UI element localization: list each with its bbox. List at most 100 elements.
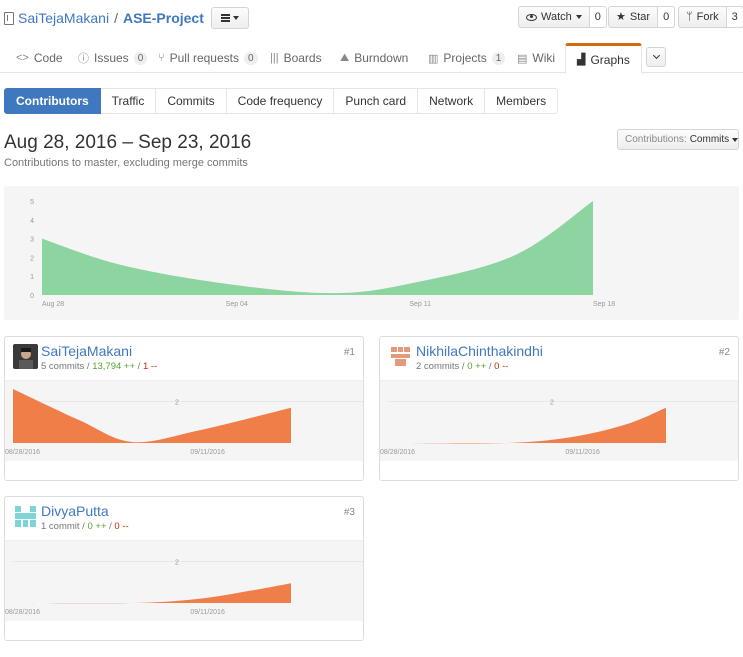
repo-icon	[4, 11, 14, 25]
pulls-counter: 0	[243, 51, 258, 65]
subnav-members[interactable]: Members	[485, 88, 559, 114]
contributor-name-link[interactable]: NikhilaChinthakindhi	[416, 343, 543, 359]
fork-group: ᛘ Fork 3	[678, 6, 743, 28]
date-range-title: Aug 28, 2016 – Sep 23, 2016	[4, 132, 252, 153]
pull-request-icon: ⑂	[158, 52, 165, 64]
contributor-chart: 2 08/28/2016 09/11/2016	[5, 541, 363, 621]
projects-counter: 1	[491, 51, 506, 65]
x-tick-label: 08/28/2016	[5, 449, 40, 456]
y-tick-label: 1	[30, 274, 34, 281]
contributor-chart-svg: 2 08/28/2016 09/11/2016	[5, 389, 363, 456]
subnav-contributors[interactable]: Contributors	[4, 88, 101, 114]
subnav-commits[interactable]: Commits	[156, 88, 227, 114]
x-tick-label: 09/11/2016	[190, 449, 225, 456]
contributor-stats: 2 commits / 0 ++ / 0 --	[416, 361, 509, 372]
tab-burndown[interactable]: ⛰ Burndown	[340, 43, 408, 73]
tab-pull-requests-label: Pull requests	[169, 51, 239, 65]
y-tick-label: 5	[30, 199, 34, 206]
project-icon: ▥	[428, 52, 439, 65]
commit-count[interactable]: 1 commit	[41, 521, 80, 532]
repo-nav: <> Code ⓘ Issues 0 ⑂ Pull requests 0 |||…	[0, 43, 743, 74]
contributor-name-link[interactable]: DivyaPutta	[41, 503, 109, 519]
y-tick-label: 3	[30, 237, 34, 244]
contributions-chart: 0 1 2 3 4 5 Aug 28 Sep 04 Sep 11 Sep 18	[4, 186, 739, 320]
additions: 0 ++	[467, 361, 487, 372]
x-tick-label: Sep 04	[226, 301, 248, 308]
additions: 13,794 ++	[92, 361, 136, 372]
tab-pull-requests[interactable]: ⑂ Pull requests 0	[158, 43, 258, 73]
subnav-network[interactable]: Network	[418, 88, 486, 114]
y-tick-label: 2	[175, 559, 179, 566]
issues-counter: 0	[133, 51, 148, 65]
date-range-subtitle: Contributions to master, excluding merge…	[4, 157, 248, 169]
tab-wiki[interactable]: ▤ Wiki	[517, 43, 555, 73]
contributor-chart: 2 08/28/2016 09/11/2016	[380, 381, 738, 461]
y-tick-label: 2	[175, 399, 179, 406]
contributor-chart-svg: 2 08/28/2016 09/11/2016	[5, 559, 363, 616]
tab-burndown-label: Burndown	[354, 51, 409, 65]
area-series	[42, 201, 593, 295]
x-tick-label: Sep 18	[593, 301, 615, 308]
tab-projects-label: Projects	[443, 51, 487, 65]
deletions: 0 --	[114, 521, 129, 532]
avatar[interactable]	[13, 344, 38, 369]
caret-down-icon	[232, 16, 239, 20]
deletions: 0 --	[494, 361, 509, 372]
watch-group: Watch 0	[518, 6, 607, 28]
avatar[interactable]	[13, 504, 38, 529]
commit-count[interactable]: 5 commits	[41, 361, 84, 372]
contributor-stats: 5 commits / 13,794 ++ / 1 --	[41, 361, 158, 372]
contributor-card: SaiTejaMakani 5 commits / 13,794 ++ / 1 …	[4, 336, 364, 481]
contributions-type-select[interactable]: Contributions: Commits	[617, 129, 739, 150]
fork-count[interactable]: 3	[726, 6, 743, 28]
star-icon: ★	[616, 10, 626, 23]
tab-graphs[interactable]: ▟ Graphs	[565, 43, 642, 74]
caret-down-icon	[732, 137, 739, 142]
contributions-select-prefix: Contributions:	[625, 134, 687, 145]
y-tick-label: 4	[30, 218, 34, 225]
contributor-card: NikhilaChinthakindhi 2 commits / 0 ++ / …	[379, 336, 739, 481]
contributor-stats: 1 commit / 0 ++ / 0 --	[41, 521, 129, 532]
contributions-chart-svg: 0 1 2 3 4 5 Aug 28 Sep 04 Sep 11 Sep 18	[30, 199, 615, 308]
repo-owner-link[interactable]: SaiTejaMakani	[18, 10, 109, 26]
graphs-subnav: Contributors Traffic Commits Code freque…	[4, 88, 559, 114]
avatar[interactable]	[388, 344, 413, 369]
tab-projects[interactable]: ▥ Projects 1	[428, 43, 506, 73]
x-tick-label: 09/11/2016	[565, 449, 600, 456]
commit-count[interactable]: 2 commits	[416, 361, 459, 372]
code-icon: <>	[16, 52, 29, 64]
tab-code-label: Code	[33, 51, 63, 65]
subnav-code-frequency[interactable]: Code frequency	[226, 88, 335, 114]
watch-button[interactable]: Watch	[518, 6, 590, 28]
subnav-traffic[interactable]: Traffic	[100, 88, 157, 114]
repo-menu-button[interactable]	[210, 7, 249, 29]
y-tick-label: 2	[550, 399, 554, 406]
tab-boards[interactable]: ||| Boards	[270, 43, 322, 73]
contributor-card-header: DivyaPutta 1 commit / 0 ++ / 0 -- #3	[5, 497, 363, 541]
star-count[interactable]: 0	[658, 6, 676, 28]
tab-issues-label: Issues	[94, 51, 129, 65]
repo-separator: /	[114, 10, 118, 26]
subnav-punch-card[interactable]: Punch card	[334, 88, 419, 114]
fork-icon: ᛘ	[686, 10, 693, 23]
contributor-name-link[interactable]: SaiTejaMakani	[41, 343, 132, 359]
x-tick-label: Sep 11	[409, 301, 431, 308]
star-group: ★ Star 0	[608, 6, 676, 28]
fork-button[interactable]: ᛘ Fork	[678, 6, 727, 28]
tab-boards-label: Boards	[283, 51, 322, 65]
more-tabs-button[interactable]	[646, 47, 666, 67]
contributor-card-header: SaiTejaMakani 5 commits / 13,794 ++ / 1 …	[5, 337, 363, 381]
area-series	[13, 389, 291, 443]
repo-name-link[interactable]: ASE-Project	[123, 10, 204, 26]
watch-count[interactable]: 0	[589, 6, 607, 28]
x-tick-label: 08/28/2016	[5, 609, 40, 616]
contributor-chart: 2 08/28/2016 09/11/2016	[5, 381, 363, 461]
star-button[interactable]: ★ Star	[608, 6, 659, 28]
chevron-down-icon	[652, 51, 660, 60]
fork-label: Fork	[696, 11, 719, 23]
contributor-chart-svg: 2 08/28/2016 09/11/2016	[380, 399, 738, 456]
tab-issues[interactable]: ⓘ Issues 0	[78, 43, 148, 73]
burndown-icon: ⛰	[340, 51, 350, 64]
list-icon	[220, 14, 230, 22]
tab-code[interactable]: <> Code	[16, 43, 63, 73]
